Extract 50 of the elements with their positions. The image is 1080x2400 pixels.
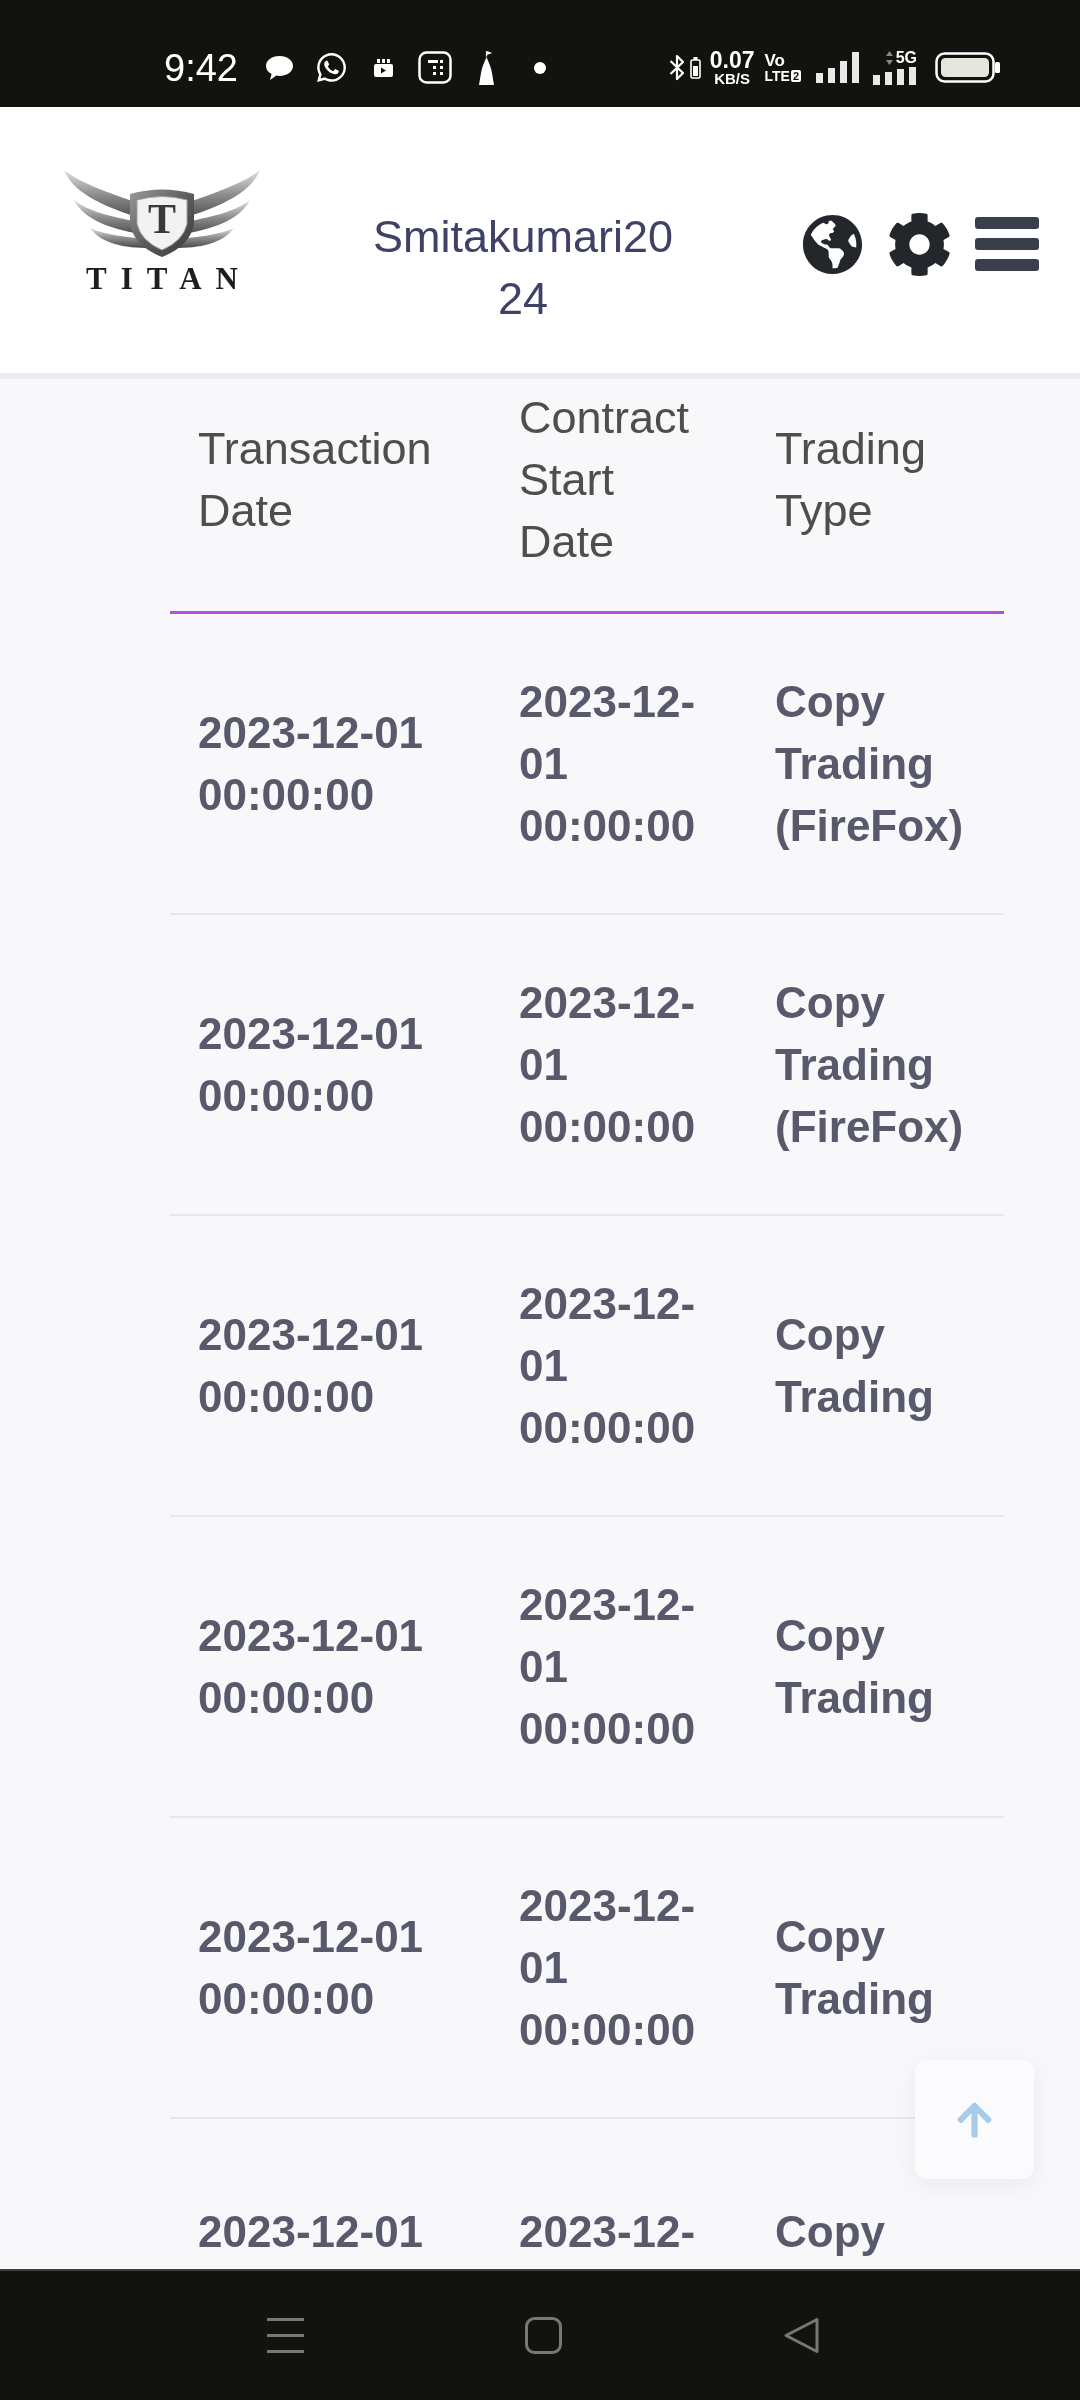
table-cell-text: 2023-12- (519, 2206, 696, 2258)
bluetooth-icon (668, 54, 685, 81)
square-icon[interactable] (525, 2317, 562, 2354)
table-cell-text: 2023-12-01 00:00:00 (519, 1879, 697, 2056)
table-cell-text: 2023-12-01 00:00:00 (198, 706, 425, 821)
table-cell-text: 2023-12-01 00:00:00 (519, 675, 697, 852)
arrow-up-icon (954, 2099, 995, 2140)
back-icon[interactable] (783, 2317, 820, 2354)
sim-slot-badge: 2 (790, 70, 801, 82)
data-speed: 0.07 (709, 49, 755, 71)
username: Smitakumari2024 (371, 210, 675, 326)
menu-icon[interactable] (975, 217, 1039, 271)
temple-icon (476, 50, 496, 85)
network-type: 5G (895, 50, 917, 66)
column-header: Contract Start Date (519, 391, 691, 569)
table-cell-text: 2023-12-01 00:00:00 (519, 1578, 697, 1755)
signal-icon (816, 52, 860, 83)
phone-bubble-icon (314, 51, 348, 84)
table-cell-text: 2023-12-01 00:00:00 (198, 1609, 425, 1724)
table-cell-text: Copy Trading (FireFox) (775, 675, 965, 852)
up-down-arrows-icon (885, 51, 893, 65)
dot-grid-icon (417, 51, 452, 84)
logo-letter: T (148, 198, 176, 240)
table-cell-text: Copy (775, 2206, 885, 2258)
menu-icon[interactable] (267, 2317, 304, 2354)
network-label: LTE (764, 68, 790, 84)
table-cell-text: 2023-12-01 00:00:00 (198, 1308, 425, 1423)
small-battery-icon (689, 56, 701, 79)
volte-label: Vo (764, 51, 785, 69)
table-cell-text: Copy Trading (775, 1910, 935, 2025)
winged-shield-icon (62, 168, 262, 257)
video-icon (373, 58, 393, 77)
clock-time: 9:42 (164, 48, 238, 87)
table-cell-text: 2023-12-01 00:00:00 (519, 1277, 697, 1454)
table-cell-text: 2023-12-01 (198, 2206, 424, 2258)
logo-wordmark: TITAN (85, 263, 252, 294)
data-speed-unit: KB/S (714, 70, 750, 86)
table-cell-text: 2023-12-01 00:00:00 (198, 1007, 425, 1122)
table-cell-text: Copy Trading (775, 1609, 935, 1724)
chat-bubble-icon (264, 54, 294, 81)
table-cell-text: 2023-12-01 00:00:00 (198, 1910, 425, 2025)
column-header: Transaction Date (198, 422, 433, 538)
table-cell-text: 2023-12-01 00:00:00 (519, 976, 697, 1153)
globe-icon[interactable] (802, 213, 863, 275)
column-header: Trading Type (775, 422, 927, 538)
table-cell-text: Copy Trading (FireFox) (775, 976, 965, 1153)
battery-icon (935, 52, 1000, 83)
signal-icon (873, 67, 917, 85)
settings-icon[interactable] (887, 211, 952, 277)
table-cell-text: Copy Trading (775, 1308, 935, 1423)
